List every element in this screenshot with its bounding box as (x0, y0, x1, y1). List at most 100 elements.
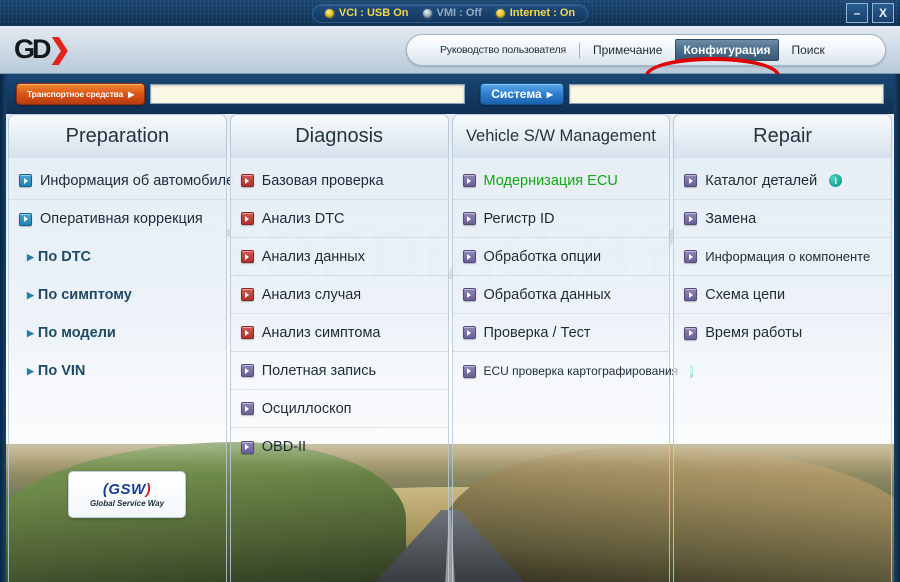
vci-status-label: VCI : USB On (338, 7, 409, 19)
system-value-field[interactable] (568, 84, 885, 104)
submenu-item[interactable]: ▶ По модели (9, 314, 226, 352)
minimize-button[interactable]: – (846, 3, 868, 23)
column-header-repair: Repair (673, 114, 892, 158)
connection-status-pill: VCI : USB On VMI : Off Internet : On (311, 3, 589, 23)
gds-logo: GD❯ (14, 34, 71, 64)
chevron-right-icon: ▶ (27, 365, 34, 376)
column-diagnosis: Diagnosis Базовая проверка Анализ DTC Анали… (229, 114, 449, 582)
play-bullet-icon (240, 250, 254, 263)
play-bullet-icon (240, 326, 254, 339)
info-icon[interactable]: i (829, 174, 843, 187)
submenu-item-label: По симптому (37, 287, 132, 303)
submenu-item-label: По модели (37, 325, 116, 341)
tab-configuration[interactable]: Конфигурация (675, 39, 779, 61)
vmi-status-label: VMI : Off (436, 7, 482, 19)
menu-item-label: Схема цепи (705, 286, 786, 303)
menu-item[interactable]: Анализ данных (230, 238, 448, 276)
menu-item-label: Проверка / Тест (483, 324, 591, 341)
vci-status-indicator-icon (324, 8, 334, 18)
close-button[interactable]: X (872, 3, 894, 23)
submenu-item[interactable]: ▶ По VIN (9, 352, 226, 390)
column-body-vehicle-sw-management: Модернизация ECU Регистр ID Обработка опци… (451, 158, 693, 582)
system-arrow-icon: ▶ (546, 89, 553, 99)
menu-item[interactable]: Осциллоскоп (230, 390, 448, 428)
play-bullet-icon (462, 288, 476, 301)
menu-item[interactable]: ECU проверка картографированияi (453, 352, 693, 390)
play-bullet-icon (684, 250, 698, 263)
menu-item[interactable]: Время работы (674, 314, 891, 352)
status-internet: Internet : On (495, 7, 575, 19)
column-repair: Repair Каталог деталей i Замена Информация о… (673, 114, 892, 582)
frame-right-edge (894, 74, 900, 582)
vmi-status-indicator-icon (422, 8, 432, 18)
play-bullet-icon (240, 402, 254, 415)
menu-item-label: Модернизация ECU (483, 172, 618, 189)
play-bullet-icon (240, 288, 254, 301)
play-bullet-icon (462, 250, 476, 263)
menu-item-label: Базовая проверка (261, 172, 384, 189)
menu-item-label: Анализ случая (261, 286, 362, 303)
menu-item[interactable]: Базовая проверка (230, 162, 448, 200)
gsw-badge-subtitle: Global Service Way (89, 499, 165, 508)
background-scene: TOPDIAG.BY Preparation Информация об авто… (6, 114, 894, 582)
column-header-vehicle-sw-management: Vehicle S/W Management (451, 114, 671, 158)
play-bullet-icon (462, 212, 476, 225)
status-vci: VCI : USB On (324, 7, 409, 19)
submenu-item[interactable]: ▶ По симптому (9, 276, 226, 314)
menu-item[interactable]: Полетная запись (230, 352, 448, 390)
submenu-item-label: По DTC (37, 249, 92, 265)
menu-item[interactable]: Каталог деталей i (674, 162, 891, 200)
column-header-diagnosis: Diagnosis (229, 114, 449, 158)
menu-item-label: Оперативная коррекция (40, 211, 203, 227)
menu-item[interactable]: Регистр ID (452, 200, 670, 238)
play-bullet-icon (240, 364, 254, 377)
status-vmi: VMI : Off (422, 7, 482, 19)
play-bullet-icon (462, 364, 476, 378)
vehicle-arrow-icon: ▶ (128, 89, 135, 99)
vehicle-select-button[interactable]: Транспортное средства ▶ (16, 83, 146, 105)
submenu-item[interactable]: ▶ По DTC (9, 238, 226, 276)
vehicle-value-field[interactable] (150, 84, 466, 104)
menu-item[interactable]: Анализ случая (230, 276, 448, 314)
menu-item-label: ECU проверка картографирования (483, 364, 679, 378)
menu-item[interactable]: Информация о компоненте (674, 238, 891, 276)
play-bullet-icon (684, 326, 698, 340)
menu-item[interactable]: Анализ симптома (230, 314, 448, 352)
play-bullet-icon (684, 174, 698, 187)
menu-item[interactable]: Схема цепи (674, 276, 891, 314)
system-select-label: Система (491, 87, 542, 101)
system-select-button[interactable]: Система ▶ (480, 83, 564, 105)
menu-item-label: Время работы (705, 325, 803, 341)
menu-item[interactable]: Информация об автомобилеi (9, 162, 249, 200)
menu-item-label: Информация о компоненте (705, 249, 871, 264)
chevron-right-icon: ▶ (27, 327, 34, 338)
menu-item[interactable]: Оперативная коррекция (9, 200, 226, 238)
chevron-right-icon: ▶ (27, 289, 34, 300)
internet-status-indicator-icon (495, 8, 505, 18)
frame-left-edge (0, 74, 6, 582)
app-header: GD❯ Руководство пользователя Примечание … (0, 26, 900, 94)
menu-item[interactable]: Анализ DTC (230, 200, 448, 238)
vehicle-select-label: Транспортное средства (27, 89, 124, 99)
menu-item[interactable]: Обработка данных (452, 276, 670, 314)
main-body: TOPDIAG.BY Preparation Информация об авто… (0, 114, 900, 582)
menu-item[interactable]: Замена (674, 200, 891, 238)
tab-notes[interactable]: Примечание (580, 35, 675, 65)
menu-item[interactable]: OBD-II (231, 428, 448, 466)
play-bullet-icon (684, 212, 698, 225)
tab-user-manual[interactable]: Руководство пользователя (427, 35, 579, 65)
menu-item[interactable]: Обработка опции (452, 238, 670, 276)
tab-search[interactable]: Поиск (779, 35, 838, 65)
menu-item-label: Осциллоскоп (261, 400, 352, 417)
menu-item[interactable]: Проверка / Тест (452, 314, 670, 352)
column-vehicle-sw-management: Vehicle S/W Management Модернизация ECU Ре… (451, 114, 693, 582)
submenu-item-label: По VIN (37, 363, 86, 379)
play-bullet-icon (462, 174, 476, 187)
play-bullet-icon (19, 174, 32, 187)
menu-item-label: Анализ данных (261, 248, 365, 265)
play-bullet-icon (240, 440, 254, 454)
play-bullet-icon (240, 212, 254, 225)
menu-item[interactable]: Модернизация ECU (452, 162, 670, 200)
menu-item-label: Информация об автомобиле (40, 172, 235, 189)
chevron-right-icon: ▶ (27, 251, 34, 262)
